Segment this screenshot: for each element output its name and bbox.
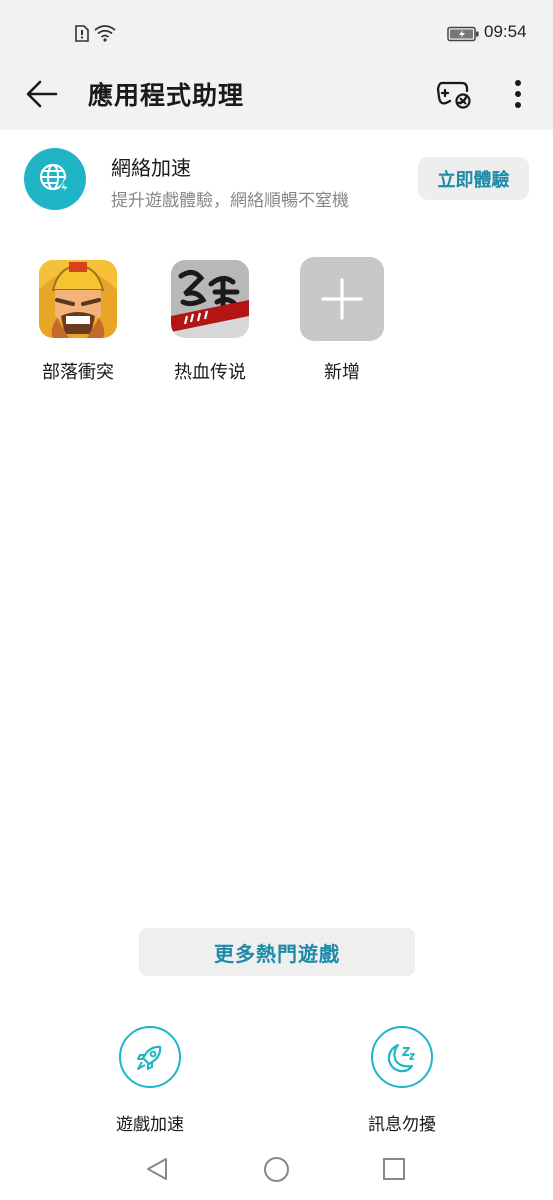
- game-label: 热血传说: [174, 362, 246, 383]
- add-game-label: 新增: [324, 362, 360, 383]
- network-card-subtitle: 提升遊戲體驗，網絡順暢不窒機: [111, 191, 349, 211]
- try-now-button[interactable]: 立即體驗: [418, 157, 529, 200]
- plus-icon: [321, 278, 363, 320]
- game-acceleration-button[interactable]: 遊戲加速: [90, 1024, 210, 1135]
- feature-label: 遊戲加速: [116, 1115, 184, 1135]
- back-arrow-icon: [26, 80, 58, 108]
- more-vert-icon: [515, 80, 521, 108]
- game-item-clash-of-clans[interactable]: 部落衝突: [23, 255, 133, 384]
- more-popular-games-button[interactable]: 更多熱門遊戲: [139, 928, 415, 976]
- do-not-disturb-button[interactable]: 訊息勿擾: [342, 1024, 462, 1135]
- game-acceleration-badge: [119, 1026, 181, 1088]
- add-game-item[interactable]: 新增: [287, 255, 397, 384]
- nav-home-icon[interactable]: [263, 1156, 290, 1183]
- rexue-chuanshuo-icon: [171, 260, 249, 338]
- battery-icon: [447, 26, 479, 42]
- clock-time: 09:54: [484, 22, 527, 41]
- wifi-icon: [94, 25, 116, 42]
- page-title: 應用程式助理: [88, 81, 245, 110]
- status-bar: 09:54: [0, 0, 553, 66]
- nav-back-icon[interactable]: [144, 1156, 170, 1182]
- game-item-rexue-chuanshuo[interactable]: 热血传说: [155, 255, 265, 384]
- sim-icon: [75, 25, 89, 42]
- network-card-title: 網絡加速: [111, 156, 191, 180]
- feature-label: 訊息勿擾: [368, 1115, 436, 1135]
- nav-recent-icon[interactable]: [382, 1157, 406, 1181]
- navigation-bar: [0, 1140, 553, 1200]
- network-icon-badge: [24, 148, 86, 210]
- moon-icon: [387, 1043, 415, 1073]
- rocket-icon: [137, 1045, 162, 1070]
- do-not-disturb-badge: [371, 1026, 433, 1088]
- more-options-button[interactable]: [500, 72, 536, 116]
- games-grid: 部落衝突 热血传说 新增: [0, 255, 553, 395]
- gamepad-icon: [436, 81, 471, 109]
- network-acceleration-card: 網絡加速 提升遊戲體驗，網絡順暢不窒機 立即體驗: [0, 130, 553, 230]
- app-bar: 應用程式助理: [0, 66, 553, 130]
- clash-of-clans-icon: [39, 260, 117, 338]
- game-mode-button[interactable]: [432, 74, 476, 114]
- game-label: 部落衝突: [42, 362, 114, 383]
- back-button[interactable]: [20, 72, 64, 116]
- add-game-tile: [300, 257, 384, 341]
- app-assistant-screen: 09:54 應用程式助理 網絡加速 提升遊戲體驗，網絡順暢不窒機 立即體驗 部落…: [0, 0, 553, 1200]
- globe-bolt-icon: [39, 163, 71, 196]
